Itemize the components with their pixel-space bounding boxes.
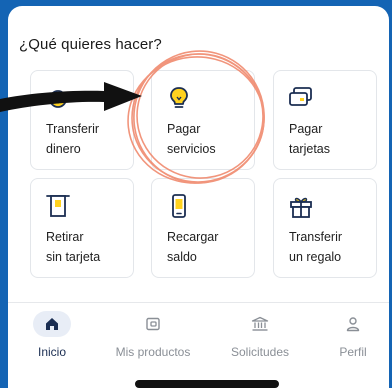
action-card-label: Transferir un regalo [289, 230, 343, 264]
action-card-transfer-money[interactable]: $ Transferir dinero [30, 70, 134, 170]
phone-icon [172, 194, 186, 218]
nav-item-label: Mis productos [115, 345, 191, 359]
nav-item-label: Inicio [37, 345, 66, 359]
nav-item-mis-productos[interactable]: Mis productos [101, 311, 205, 359]
user-icon [334, 311, 372, 337]
wallet-icon [134, 311, 172, 337]
home-icon [33, 311, 71, 337]
section-heading: ¿Qué quieres hacer? [19, 36, 162, 53]
nav-item-perfil[interactable]: Perfil [333, 311, 373, 359]
svg-text:$: $ [55, 95, 61, 106]
action-card-withdraw-cardless[interactable]: Retirar sin tarjeta [30, 178, 134, 278]
nav-item-inicio[interactable]: Inicio [32, 311, 72, 359]
home-indicator [135, 380, 279, 388]
action-card-top-up-balance[interactable]: Recargar saldo [151, 178, 255, 278]
bottom-navigation: Inicio Mis productos Solicitudes Perfil [8, 311, 389, 371]
action-card-label: Pagar servicios [167, 122, 216, 156]
action-card-pay-cards[interactable]: Pagar tarjetas [273, 70, 377, 170]
nav-item-label: Perfil [339, 345, 367, 359]
nav-item-solicitudes[interactable]: Solicitudes [225, 311, 295, 359]
action-card-transfer-gift[interactable]: Transferir un regalo [273, 178, 377, 278]
app-screen: ¿Qué quieres hacer? $ Transferir dinero … [8, 6, 389, 388]
action-card-label: Recargar saldo [167, 230, 219, 264]
action-card-label: Retirar sin tarjeta [46, 230, 101, 264]
action-card-label: Transferir dinero [46, 122, 100, 156]
action-card-label: Pagar tarjetas [289, 122, 330, 156]
lightbulb-icon [170, 87, 188, 108]
nav-divider [8, 302, 389, 303]
atm-icon [46, 195, 70, 217]
credit-cards-icon [289, 87, 312, 106]
gift-icon [290, 197, 312, 218]
bank-icon [241, 311, 279, 337]
money-transfer-icon: $ [49, 90, 67, 108]
nav-item-label: Solicitudes [230, 345, 290, 359]
action-card-pay-services[interactable]: Pagar servicios [151, 70, 255, 170]
